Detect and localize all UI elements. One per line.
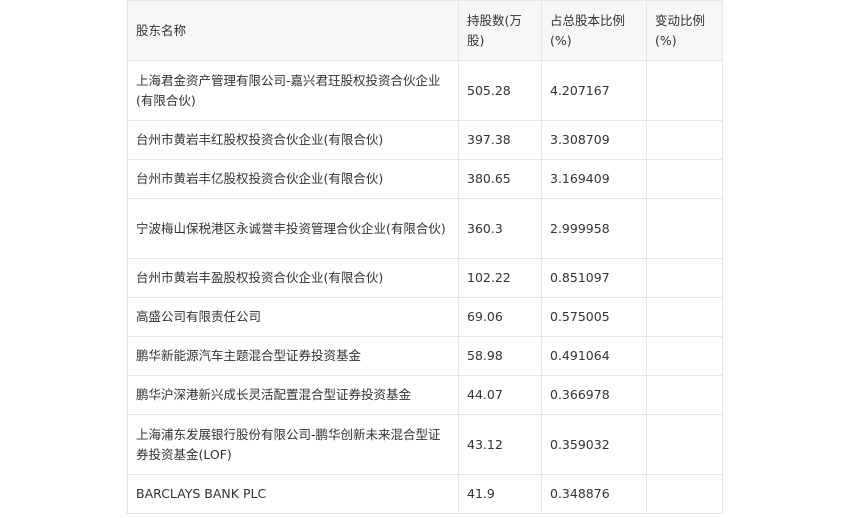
cell-shares: 58.98: [458, 336, 542, 376]
cell-ratio: 0.348876: [541, 474, 647, 514]
shareholder-table: 股东名称 持股数(万股) 占总股本比例(%) 变动比例(%) 上海君金资产管理有…: [127, 0, 723, 514]
cell-ratio: 0.851097: [541, 258, 647, 298]
cell-ratio: 3.169409: [541, 159, 647, 199]
cell-ratio: 4.207167: [541, 60, 647, 121]
cell-ratio: 3.308709: [541, 120, 647, 160]
cell-shares: 44.07: [458, 375, 542, 415]
cell-change: [646, 297, 723, 337]
table-row: 宁波梅山保税港区永诚誉丰投资管理合伙企业(有限合伙) 360.3 2.99995…: [127, 198, 723, 259]
table-row: 上海君金资产管理有限公司-嘉兴君玨股权投资合伙企业(有限合伙) 505.28 4…: [127, 60, 723, 121]
cell-shares: 41.9: [458, 474, 542, 514]
cell-shares: 380.65: [458, 159, 542, 199]
table-row: 台州市黄岩丰盈股权投资合伙企业(有限合伙) 102.22 0.851097: [127, 258, 723, 298]
shareholder-table-container: 股东名称 持股数(万股) 占总股本比例(%) 变动比例(%) 上海君金资产管理有…: [127, 0, 723, 514]
cell-ratio: 0.359032: [541, 414, 647, 475]
table-row: 台州市黄岩丰红股权投资合伙企业(有限合伙) 397.38 3.308709: [127, 120, 723, 160]
table-row: 鹏华沪深港新兴成长灵活配置混合型证券投资基金 44.07 0.366978: [127, 375, 723, 415]
header-shares: 持股数(万股): [458, 0, 542, 61]
cell-shares: 397.38: [458, 120, 542, 160]
table-row: 鹏华新能源汽车主题混合型证券投资基金 58.98 0.491064: [127, 336, 723, 376]
cell-shares: 360.3: [458, 198, 542, 259]
cell-name: 高盛公司有限责任公司: [127, 297, 459, 337]
cell-change: [646, 198, 723, 259]
cell-name: 台州市黄岩丰红股权投资合伙企业(有限合伙): [127, 120, 459, 160]
cell-name: 台州市黄岩丰盈股权投资合伙企业(有限合伙): [127, 258, 459, 298]
cell-change: [646, 159, 723, 199]
table-row: BARCLAYS BANK PLC 41.9 0.348876: [127, 474, 723, 514]
cell-name: 宁波梅山保税港区永诚誉丰投资管理合伙企业(有限合伙): [127, 198, 459, 259]
cell-ratio: 0.491064: [541, 336, 647, 376]
cell-name: 鹏华新能源汽车主题混合型证券投资基金: [127, 336, 459, 376]
table-header-row: 股东名称 持股数(万股) 占总股本比例(%) 变动比例(%): [127, 0, 723, 61]
cell-name: 鹏华沪深港新兴成长灵活配置混合型证券投资基金: [127, 375, 459, 415]
cell-shares: 102.22: [458, 258, 542, 298]
cell-ratio: 0.366978: [541, 375, 647, 415]
cell-ratio: 0.575005: [541, 297, 647, 337]
cell-change: [646, 375, 723, 415]
header-shareholder-name: 股东名称: [127, 0, 459, 61]
cell-change: [646, 474, 723, 514]
cell-shares: 43.12: [458, 414, 542, 475]
cell-name: 上海浦东发展银行股份有限公司-鹏华创新未来混合型证券投资基金(LOF): [127, 414, 459, 475]
cell-change: [646, 414, 723, 475]
table-row: 台州市黄岩丰亿股权投资合伙企业(有限合伙) 380.65 3.169409: [127, 159, 723, 199]
cell-name: 台州市黄岩丰亿股权投资合伙企业(有限合伙): [127, 159, 459, 199]
cell-change: [646, 258, 723, 298]
cell-shares: 505.28: [458, 60, 542, 121]
cell-shares: 69.06: [458, 297, 542, 337]
cell-change: [646, 120, 723, 160]
cell-ratio: 2.999958: [541, 198, 647, 259]
header-ratio: 占总股本比例(%): [541, 0, 647, 61]
table-row: 高盛公司有限责任公司 69.06 0.575005: [127, 297, 723, 337]
cell-change: [646, 336, 723, 376]
cell-change: [646, 60, 723, 121]
header-change: 变动比例(%): [646, 0, 723, 61]
cell-name: 上海君金资产管理有限公司-嘉兴君玨股权投资合伙企业(有限合伙): [127, 60, 459, 121]
cell-name: BARCLAYS BANK PLC: [127, 474, 459, 514]
table-row: 上海浦东发展银行股份有限公司-鹏华创新未来混合型证券投资基金(LOF) 43.1…: [127, 414, 723, 475]
